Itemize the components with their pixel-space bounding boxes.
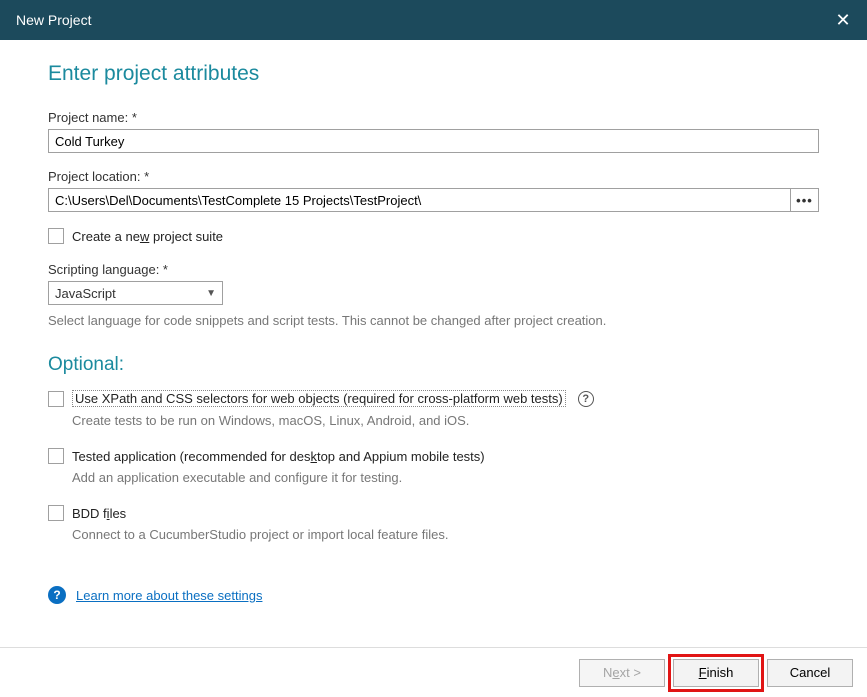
scripting-language-select[interactable]: JavaScript ▼ <box>48 281 223 305</box>
scripting-language-field: Scripting language: * JavaScript ▼ Selec… <box>48 262 819 328</box>
window-title: New Project <box>16 12 91 28</box>
close-icon[interactable]: ✕ <box>831 11 855 29</box>
finish-button[interactable]: Finish <box>673 659 759 687</box>
xpath-label[interactable]: Use XPath and CSS selectors for web obje… <box>72 390 566 407</box>
tested-app-checkbox[interactable] <box>48 448 64 464</box>
bdd-description: Connect to a CucumberStudio project or i… <box>72 527 819 542</box>
create-suite-checkbox[interactable] <box>48 228 64 244</box>
scripting-language-value: JavaScript <box>55 286 116 301</box>
ellipsis-icon: ••• <box>796 193 813 208</box>
project-name-input[interactable] <box>48 129 819 153</box>
cancel-button[interactable]: Cancel <box>767 659 853 687</box>
dialog-footer: Next > Finish Cancel <box>0 647 867 697</box>
scripting-language-hint: Select language for code snippets and sc… <box>48 313 819 328</box>
info-icon: ? <box>48 586 66 604</box>
project-location-input[interactable] <box>48 188 791 212</box>
titlebar: New Project ✕ <box>0 0 867 40</box>
bdd-label[interactable]: BDD files <box>72 506 126 521</box>
project-name-field: Project name: * <box>48 110 819 153</box>
learn-more-link[interactable]: Learn more about these settings <box>76 588 262 603</box>
help-icon[interactable]: ? <box>578 391 594 407</box>
project-name-label: Project name: * <box>48 110 819 125</box>
xpath-checkbox[interactable] <box>48 391 64 407</box>
project-location-label: Project location: * <box>48 169 819 184</box>
scripting-language-label: Scripting language: * <box>48 262 819 277</box>
project-location-field: Project location: * ••• <box>48 169 819 212</box>
tested-app-option: Tested application (recommended for desk… <box>48 448 819 485</box>
page-heading: Enter project attributes <box>48 62 819 86</box>
optional-heading: Optional: <box>48 354 819 376</box>
learn-more-row: ? Learn more about these settings <box>48 586 819 604</box>
dialog-content: Enter project attributes Project name: *… <box>0 40 867 614</box>
create-suite-row: Create a new project suite <box>48 228 819 244</box>
chevron-down-icon: ▼ <box>206 288 216 299</box>
xpath-description: Create tests to be run on Windows, macOS… <box>72 413 819 428</box>
next-button: Next > <box>579 659 665 687</box>
tested-app-description: Add an application executable and config… <box>72 470 819 485</box>
xpath-option: Use XPath and CSS selectors for web obje… <box>48 390 819 428</box>
browse-location-button[interactable]: ••• <box>791 188 819 212</box>
bdd-option: BDD files Connect to a CucumberStudio pr… <box>48 505 819 542</box>
bdd-checkbox[interactable] <box>48 505 64 521</box>
tested-app-label[interactable]: Tested application (recommended for desk… <box>72 449 485 464</box>
create-suite-label[interactable]: Create a new project suite <box>72 229 223 244</box>
